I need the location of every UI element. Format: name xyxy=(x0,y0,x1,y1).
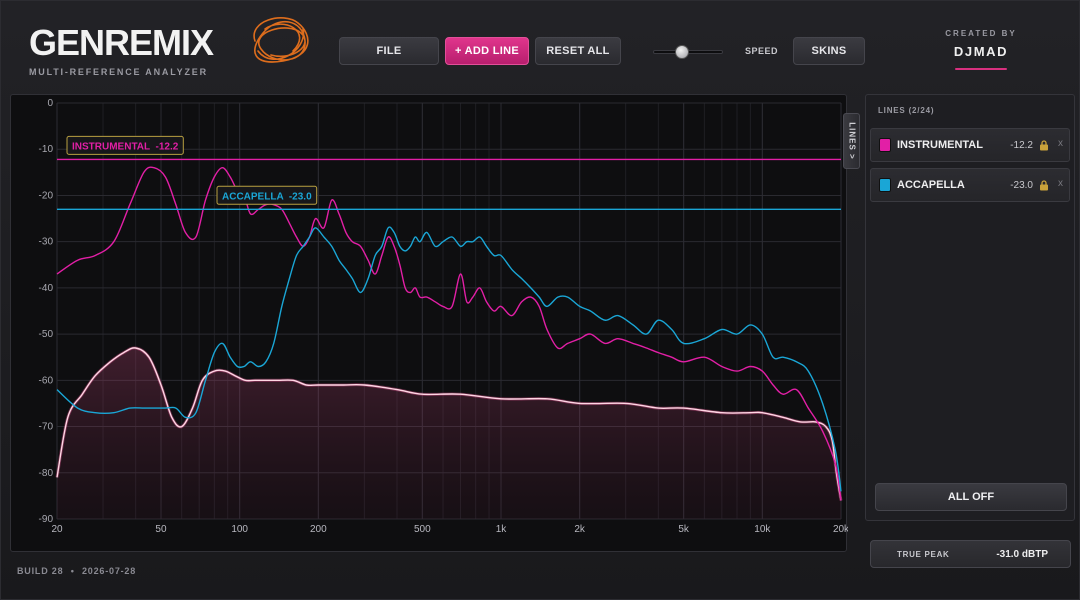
level-flag-label: INSTRUMENTAL -12.2 xyxy=(72,141,179,152)
y-tick-label: -70 xyxy=(39,422,54,433)
y-tick-label: -20 xyxy=(39,190,54,201)
lines-tab-label: LINES > xyxy=(847,122,856,160)
line-name: ACCAPELLA xyxy=(897,179,965,191)
line-value: -12.2 xyxy=(1010,140,1033,151)
lines-panel-header: LINES (2/24) xyxy=(878,106,935,115)
x-tick-label: 50 xyxy=(155,524,167,535)
y-tick-label: -80 xyxy=(39,468,54,479)
true-peak-label: TRUE PEAK xyxy=(897,550,950,559)
footer-separator: • xyxy=(70,566,75,576)
speed-slider[interactable] xyxy=(653,45,723,59)
y-tick-label: -60 xyxy=(39,375,54,386)
line-color-swatch[interactable] xyxy=(879,178,891,192)
reference-spectrum-fill xyxy=(57,347,841,519)
line-name: INSTRUMENTAL xyxy=(897,139,983,151)
y-tick-label: -50 xyxy=(39,329,54,340)
app-window: GENREMIX MULTI-REFERENCE ANALYZER FILE +… xyxy=(0,0,1080,600)
x-tick-label: 2k xyxy=(574,524,586,535)
file-button[interactable]: FILE xyxy=(339,37,439,65)
x-tick-label: 1k xyxy=(496,524,508,535)
add-line-button[interactable]: + ADD LINE xyxy=(445,37,529,65)
true-peak-value: -31.0 dBTP xyxy=(996,549,1048,560)
line-item-instrumental[interactable]: INSTRUMENTAL -12.2 x xyxy=(870,128,1070,162)
reset-all-button[interactable]: RESET ALL xyxy=(535,37,621,65)
line-value: -23.0 xyxy=(1010,180,1033,191)
author-name: DJMAD xyxy=(953,44,1009,59)
lock-icon[interactable] xyxy=(1039,180,1049,191)
author-underline xyxy=(955,68,1007,70)
build-number: BUILD 28 xyxy=(17,566,64,576)
level-flag-label: ACCAPELLA -23.0 xyxy=(222,191,312,202)
x-tick-label: 20k xyxy=(833,524,848,535)
app-subtitle: MULTI-REFERENCE ANALYZER xyxy=(29,67,208,77)
remove-line-button[interactable]: x xyxy=(1058,138,1063,149)
x-tick-label: 200 xyxy=(310,524,327,535)
y-tick-label: -40 xyxy=(39,283,54,294)
x-tick-label: 100 xyxy=(231,524,248,535)
y-tick-label: -30 xyxy=(39,237,54,248)
skins-button[interactable]: SKINS xyxy=(793,37,865,65)
footer-build-info: BUILD 28 • 2026-07-28 xyxy=(17,566,136,576)
logo: GENREMIX xyxy=(29,17,309,69)
remove-line-button[interactable]: x xyxy=(1058,178,1063,189)
x-tick-label: 20 xyxy=(51,524,63,535)
x-tick-label: 500 xyxy=(414,524,431,535)
logo-scribble-icon xyxy=(253,17,309,63)
spectrum-chart-panel: 0 -10 -20 -30 -40 -50 -60 -70 -80 -90 20 50 100 200 50… xyxy=(10,94,848,553)
true-peak-readout: TRUE PEAK -31.0 dBTP xyxy=(870,540,1071,568)
speed-label: SPEED xyxy=(745,46,779,56)
y-tick-label: 0 xyxy=(47,98,53,109)
line-item-accapella[interactable]: ACCAPELLA -23.0 x xyxy=(870,168,1070,202)
lines-panel-toggle-tab[interactable]: LINES > xyxy=(843,113,860,169)
y-tick-label: -10 xyxy=(39,144,54,155)
build-date: 2026-07-28 xyxy=(82,566,137,576)
lines-panel: LINES (2/24) INSTRUMENTAL -12.2 x ACCAPE… xyxy=(865,94,1075,521)
created-by-label: CREATED BY xyxy=(945,29,1017,38)
spectrum-chart[interactable]: 0-10-20-30-40-50-60-70-80-9020 50 100 200 50… xyxy=(11,95,848,553)
x-tick-label: 10k xyxy=(754,524,771,535)
lock-icon[interactable] xyxy=(1039,140,1049,151)
logo-text: GENREMIX xyxy=(29,22,214,63)
x-tick-label: 5k xyxy=(678,524,690,535)
speed-slider-thumb[interactable] xyxy=(675,45,690,59)
line-color-swatch[interactable] xyxy=(879,138,891,152)
all-off-button[interactable]: ALL OFF xyxy=(875,483,1067,511)
